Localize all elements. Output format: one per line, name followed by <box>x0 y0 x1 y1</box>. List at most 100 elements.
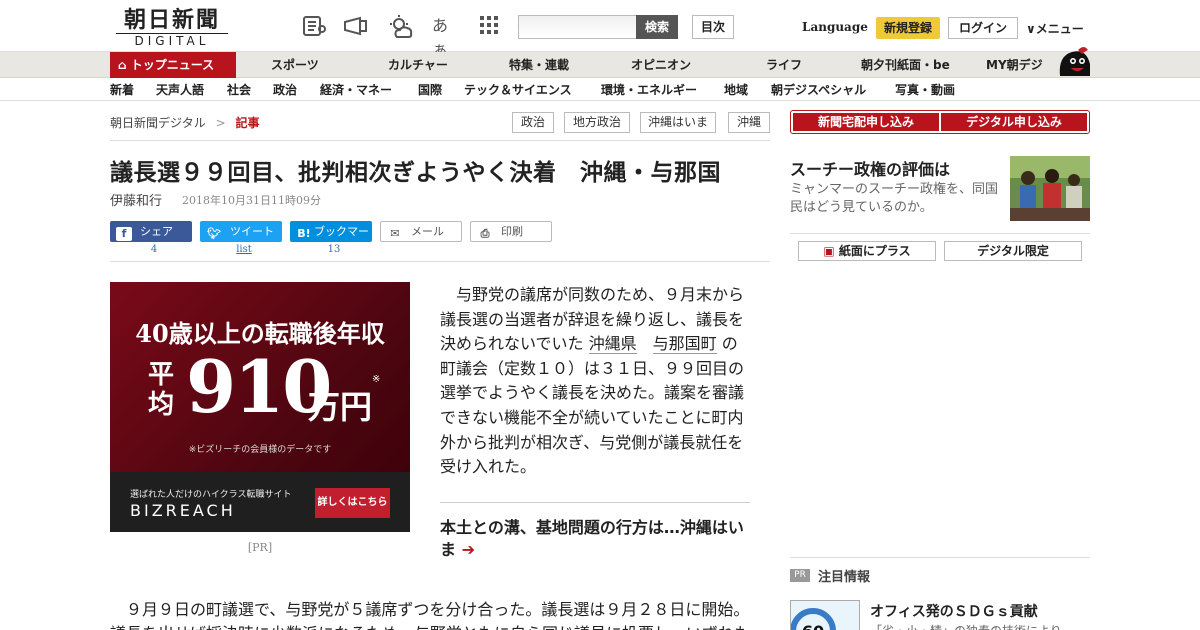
digital-only-button[interactable]: デジタル限定 <box>944 241 1082 261</box>
facebook-share-button[interactable]: f シェア <box>110 221 192 242</box>
breadcrumb: 朝日新聞デジタル > 記事 <box>110 114 260 131</box>
search-input[interactable] <box>518 15 638 39</box>
share-label: ツイート <box>230 225 274 238</box>
tag-okinawa-now[interactable]: 沖縄はいま <box>640 112 716 133</box>
menu-button[interactable]: ∨メニュー <box>1026 20 1084 37</box>
nav-features[interactable]: 特集・連載 <box>509 52 569 78</box>
nav-paper[interactable]: 朝夕刊紙面・be <box>861 52 950 78</box>
feature-description: ミャンマーのスーチー政権を、同国民はどう見ているのか。 <box>790 182 999 215</box>
ad-pr-label: [PR] <box>247 541 273 554</box>
tag-local-politics[interactable]: 地方政治 <box>564 112 630 133</box>
nav2-special[interactable]: 朝デジスペシャル <box>771 79 866 101</box>
nav-sports[interactable]: スポーツ <box>271 52 319 78</box>
nav-life[interactable]: ライフ <box>766 52 802 78</box>
divider <box>110 140 770 141</box>
ad-footer: 選ばれた人だけのハイクラス転職サイト BIZREACH 詳しくはこちら <box>110 472 410 532</box>
related-label: 本土との溝、基地問題の行方は…沖縄はいま <box>440 518 744 559</box>
print-button[interactable]: ⎙ 印刷 <box>470 221 552 242</box>
nav-opinion[interactable]: オピニオン <box>631 52 691 78</box>
paper-plus-icon: ▣ <box>823 244 835 258</box>
feature-photo[interactable] <box>1010 156 1090 221</box>
nav-top-news[interactable]: ⌂ トップニュース <box>110 52 236 78</box>
ad-brand: BIZREACH <box>130 501 236 520</box>
article-author[interactable]: 伊藤和行 <box>110 190 162 209</box>
breadcrumb-separator: > <box>215 116 226 130</box>
mail-icon: ✉ <box>390 227 400 240</box>
ad-average-label: 平均 <box>148 360 175 420</box>
article-body: ９月９日の町議選で、与野党が５議席ずつを分け合った。議長選は９月２８日に開始。 … <box>110 598 760 630</box>
body-paragraph: ９月９日の町議選で、与野党が５議席ずつを分け合った。議長選は９月２８日に開始。 <box>110 598 760 622</box>
related-article-link[interactable]: 本土との溝、基地問題の行方は…沖縄はいま ➔ <box>440 517 750 561</box>
ad-banner[interactable]: 40歳以上の転職後年収 平均 910 万円 ※ ※ビズリーチの会員様のデータです… <box>110 282 410 532</box>
share-label: メール <box>411 225 444 238</box>
nav2-society[interactable]: 社会 <box>227 79 251 101</box>
tag-okinawa[interactable]: 沖縄 <box>728 112 770 133</box>
printer-icon: ⎙ <box>480 227 490 240</box>
mail-button[interactable]: ✉ メール <box>380 221 462 242</box>
divider <box>790 233 1090 234</box>
nav2-environment[interactable]: 環境・エネルギー <box>601 79 697 101</box>
search-button[interactable]: 検索 <box>636 15 678 39</box>
nav2-economy[interactable]: 経済・マネー <box>320 79 392 101</box>
hatena-count: 13 <box>327 244 341 255</box>
secondary-nav: 新着 天声人語 社会 政治 経済・マネー 国際 テック＆サイエンス 環境・エネル… <box>0 79 1200 101</box>
register-button[interactable]: 新規登録 <box>876 17 940 39</box>
nav-my-asadigi[interactable]: MY朝デジ <box>986 52 1043 78</box>
paper-subscribe-button[interactable]: 新聞宅配申し込み <box>793 113 939 131</box>
feature-title[interactable]: スーチー政権の評価は <box>790 156 950 180</box>
twitter-share-button[interactable]: 🐦︎ ツイート <box>200 221 282 242</box>
ad-subtitle: 選ばれた人だけのハイクラス転職サイト <box>130 490 292 500</box>
ad-note: ※ビズリーチの会員様のデータです <box>188 445 332 455</box>
newspaper-icon[interactable] <box>302 14 328 38</box>
twitter-icon: 🐦︎ <box>207 227 221 240</box>
promo-title[interactable]: オフィス発のＳＤＧｓ貢献 <box>870 601 1038 621</box>
nav2-international[interactable]: 国際 <box>418 79 442 101</box>
nav-culture[interactable]: カルチャー <box>388 52 448 78</box>
nav2-local[interactable]: 地域 <box>724 79 748 101</box>
body-paragraph-partial: 議長を出せば採決時に少数派になるため、与野党ともに自ら同じ議員に投票し、いずれも <box>110 622 760 630</box>
attention-heading: 注目情報 <box>818 570 871 585</box>
nav2-tensei[interactable]: 天声人語 <box>156 79 204 101</box>
facebook-icon: f <box>116 227 132 241</box>
promo-thumbnail[interactable]: 60 <box>790 600 860 630</box>
language-link[interactable]: Language <box>802 20 868 34</box>
link-okinawa-pref[interactable]: 沖縄県 <box>588 334 637 355</box>
ad-unit: 万円 <box>308 388 373 426</box>
nav2-photo[interactable]: 写真・動画 <box>895 79 955 101</box>
primary-nav: ⌂ トップニュース スポーツ カルチャー 特集・連載 オピニオン ライフ 朝夕刊… <box>0 52 1200 78</box>
hatena-bookmark-button[interactable]: B! ブックマーク <box>290 221 372 259</box>
article-title: 議長選９９回目、批判相次ぎようやく決着 沖縄・与那国 <box>110 160 721 186</box>
home-icon: ⌂ <box>118 58 127 72</box>
index-button[interactable]: 目次 <box>692 15 734 39</box>
link-yonaguni-town[interactable]: 与那国町 <box>652 334 717 355</box>
paper-plus-button[interactable]: ▣ 紙面にプラス <box>798 241 936 261</box>
mascot-icon[interactable] <box>1056 44 1092 78</box>
thumb-number: 60 <box>802 622 824 630</box>
login-button[interactable]: ログイン <box>948 17 1018 39</box>
twitter-list-link[interactable]: list <box>200 244 288 255</box>
article-date: 2018年10月31日11時09分 <box>182 194 321 207</box>
font-size-icon[interactable]: あぁ <box>432 14 458 59</box>
digital-subscribe-button[interactable]: デジタル申し込み <box>941 113 1087 131</box>
body-text: ９月９日の町議選で、与野党が５議席ずつを分け合った。議長選は９月２８日に開始。 <box>126 600 750 619</box>
site-logo[interactable]: 朝日新聞 DIGITAL <box>116 8 228 48</box>
weather-icon[interactable] <box>386 14 413 38</box>
tag-politics[interactable]: 政治 <box>512 112 554 133</box>
article-lead: 与野党の議席が同数のため、９月末から議長選の当選者が辞退を繰り返し、議長を決めら… <box>440 283 750 480</box>
arrow-right-icon: ➔ <box>461 540 475 559</box>
nav2-tech[interactable]: テック＆サイエンス <box>464 79 572 101</box>
share-label: シェア <box>140 225 173 238</box>
nav-label: トップニュース <box>130 58 215 72</box>
nav2-politics[interactable]: 政治 <box>273 79 297 101</box>
breadcrumb-current: 記事 <box>235 116 260 130</box>
breadcrumb-home[interactable]: 朝日新聞デジタル <box>110 116 206 130</box>
promo-description: 「省・小・精」の独奏の技術により <box>870 622 1062 630</box>
logo-en: DIGITAL <box>116 33 228 48</box>
nav2-new[interactable]: 新着 <box>110 79 134 101</box>
divider <box>110 261 770 262</box>
grid-icon[interactable] <box>478 14 504 38</box>
ad-cta-button[interactable]: 詳しくはこちら <box>315 488 390 518</box>
ad-footnote-mark: ※ <box>372 374 381 385</box>
lead-text-cont: の町議会（定数１０）は３１日、９９回目の選挙でようやく議長を決めた。議案を審議で… <box>440 334 745 477</box>
megaphone-icon[interactable] <box>342 14 368 38</box>
